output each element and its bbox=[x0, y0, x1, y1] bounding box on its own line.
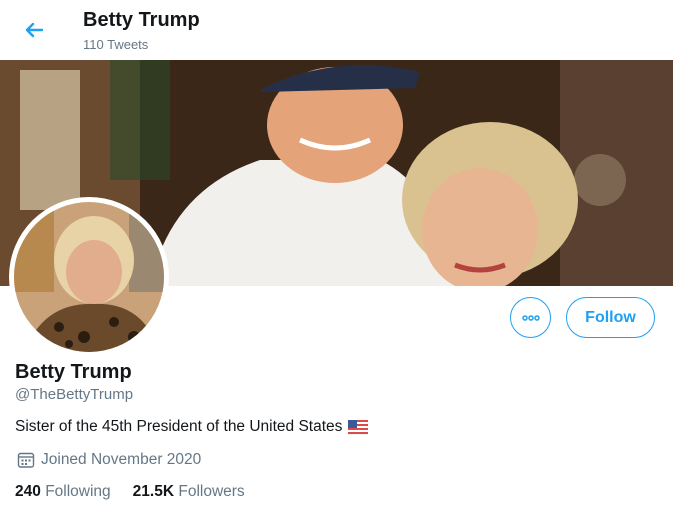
followers-label: Followers bbox=[178, 483, 245, 500]
following-link[interactable]: 240 Following bbox=[15, 483, 111, 501]
following-label: Following bbox=[45, 483, 111, 500]
follow-button[interactable]: Follow bbox=[566, 297, 655, 338]
back-button[interactable] bbox=[18, 16, 50, 44]
joined-date: Joined November 2020 bbox=[17, 451, 201, 469]
more-options-icon bbox=[521, 314, 540, 321]
us-flag-icon bbox=[348, 419, 369, 435]
joined-text: Joined November 2020 bbox=[41, 451, 202, 468]
profile-header: Betty Trump 110 Tweets bbox=[0, 0, 673, 60]
following-count: 240 bbox=[15, 483, 41, 500]
avatar[interactable] bbox=[9, 197, 169, 357]
profile-name: Betty Trump bbox=[15, 361, 132, 383]
calendar-icon bbox=[17, 452, 35, 468]
header-title: Betty Trump bbox=[83, 9, 200, 31]
more-options-button[interactable] bbox=[510, 297, 551, 338]
bio-text: Sister of the 45th President of the Unit… bbox=[15, 418, 343, 435]
profile-stats: 240 Following 21.5K Followers bbox=[15, 483, 245, 501]
followers-count: 21.5K bbox=[132, 483, 175, 500]
profile-bio: Sister of the 45th President of the Unit… bbox=[15, 418, 369, 436]
tweet-count: 110 Tweets bbox=[83, 37, 149, 52]
followers-link[interactable]: 21.5K Followers bbox=[133, 483, 245, 501]
arrow-left-icon bbox=[25, 22, 44, 38]
avatar-image bbox=[14, 202, 164, 352]
profile-handle: @TheBettyTrump bbox=[15, 386, 134, 403]
